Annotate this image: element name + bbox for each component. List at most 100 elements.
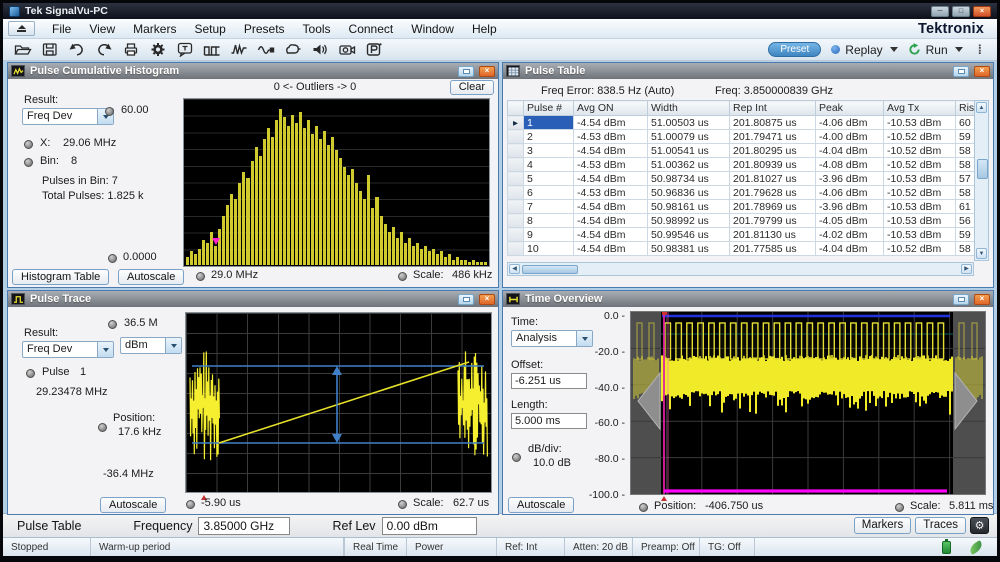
window-minimize-button[interactable]: ─ xyxy=(931,6,949,17)
open-folder-icon[interactable] xyxy=(9,40,36,60)
preset-button[interactable]: Preset xyxy=(768,42,821,57)
column-header-pulse-[interactable]: Pulse # xyxy=(524,101,574,116)
trace-result-dropdown[interactable]: Freq Dev xyxy=(22,341,114,358)
row-selector[interactable] xyxy=(508,172,524,186)
table-vertical-scrollbar[interactable]: ▲ ▼ xyxy=(974,100,989,261)
overview-scale-knob-icon[interactable] xyxy=(895,503,904,512)
scroll-down-icon[interactable]: ▼ xyxy=(976,248,987,259)
y-min-knob-icon[interactable] xyxy=(108,254,117,263)
run-control[interactable]: Run xyxy=(908,43,963,57)
x-start-knob-icon[interactable] xyxy=(196,272,205,281)
histogram-plot[interactable] xyxy=(183,98,490,267)
pulse-table[interactable]: Pulse #Avg ONWidthRep IntPeakAvg TxRise … xyxy=(507,100,975,256)
undo-icon[interactable] xyxy=(63,40,90,60)
scale-knob-icon[interactable] xyxy=(398,272,407,281)
histogram-close-button[interactable]: × xyxy=(479,66,495,77)
table-row[interactable]: 5-4.54 dBm50.98734 us201.81027 us-3.96 d… xyxy=(508,172,975,186)
pulse-waveform-display-icon[interactable] xyxy=(225,40,252,60)
pulse-trace-panel-titlebar[interactable]: Pulse Trace × xyxy=(8,291,498,307)
display-settings-gear-icon[interactable]: ⚙ xyxy=(970,517,989,534)
trace-autoscale-button[interactable]: Autoscale xyxy=(100,497,166,513)
time-overview-close-button[interactable]: × xyxy=(974,294,990,305)
time-overview-panel-titlebar[interactable]: Time Overview × xyxy=(503,291,993,307)
window-close-button[interactable]: × xyxy=(973,6,991,17)
bin-knob-icon[interactable] xyxy=(24,158,33,167)
menu-help[interactable]: Help xyxy=(463,20,506,38)
row-selector[interactable] xyxy=(508,228,524,242)
text-annotation-icon[interactable] xyxy=(171,40,198,60)
redo-icon[interactable] xyxy=(90,40,117,60)
audio-demod-icon[interactable] xyxy=(306,40,333,60)
frequency-input[interactable]: 3.85000 GHz xyxy=(198,517,290,535)
run-dropdown-icon[interactable] xyxy=(955,47,963,52)
trace-y-max-knob-icon[interactable] xyxy=(108,320,117,329)
dbdiv-knob-icon[interactable] xyxy=(512,453,521,462)
signal-generator-icon[interactable] xyxy=(279,40,306,60)
row-selector[interactable] xyxy=(508,214,524,228)
row-selector[interactable] xyxy=(508,242,524,256)
menu-setup[interactable]: Setup xyxy=(185,20,234,38)
table-row[interactable]: 4-4.53 dBm51.00362 us201.80939 us-4.08 d… xyxy=(508,158,975,172)
column-header-rep-int[interactable]: Rep Int xyxy=(730,101,816,116)
pulse-select-knob-icon[interactable] xyxy=(26,369,35,378)
histogram-autoscale-button[interactable]: Autoscale xyxy=(118,269,184,285)
pulse-table-maximize-button[interactable] xyxy=(953,66,969,77)
trace-units-dropdown[interactable]: dBm xyxy=(120,337,182,354)
result-dropdown[interactable]: Freq Dev xyxy=(22,108,114,125)
row-selector[interactable] xyxy=(508,144,524,158)
table-row[interactable]: 10-4.54 dBm50.98381 us201.77585 us-4.04 … xyxy=(508,242,975,256)
pulse-trace-close-button[interactable]: × xyxy=(479,294,495,305)
table-row[interactable]: 8-4.54 dBm50.98992 us201.79799 us-4.05 d… xyxy=(508,214,975,228)
row-selector[interactable] xyxy=(508,186,524,200)
table-row[interactable]: 7-4.54 dBm50.98161 us201.78969 us-3.96 d… xyxy=(508,200,975,214)
more-options-icon[interactable]: ⁞ xyxy=(973,45,987,54)
menu-presets[interactable]: Presets xyxy=(235,20,294,38)
print-icon[interactable] xyxy=(117,40,144,60)
menu-window[interactable]: Window xyxy=(402,20,463,38)
traces-button[interactable]: Traces xyxy=(915,517,966,534)
column-header-avg-on[interactable]: Avg ON xyxy=(574,101,648,116)
row-selector[interactable] xyxy=(508,158,524,172)
pulse-train-display-icon[interactable] xyxy=(198,40,225,60)
vertical-scroll-thumb[interactable] xyxy=(977,159,988,179)
x-knob-icon[interactable] xyxy=(24,140,33,149)
trace-x-start-knob-icon[interactable] xyxy=(186,500,195,509)
scroll-up-icon[interactable]: ▲ xyxy=(976,102,987,113)
pulse-table-panel-titlebar[interactable]: Pulse Table × xyxy=(503,63,993,79)
histogram-table-button[interactable]: Histogram Table xyxy=(12,269,109,285)
replay-control[interactable]: Replay xyxy=(831,43,897,57)
menu-connect[interactable]: Connect xyxy=(340,20,403,38)
pulse-table-close-button[interactable]: × xyxy=(974,66,990,77)
column-header-avg-tx[interactable]: Avg Tx xyxy=(884,101,956,116)
trace-position-knob-icon[interactable] xyxy=(98,423,107,432)
pulse-trace-plot[interactable] xyxy=(185,312,492,493)
window-maximize-button[interactable]: □ xyxy=(952,6,970,17)
horizontal-scroll-thumb[interactable] xyxy=(522,265,578,274)
row-selector[interactable] xyxy=(508,130,524,144)
table-row[interactable]: 9-4.54 dBm50.99546 us201.81130 us-4.02 d… xyxy=(508,228,975,242)
scroll-right-icon[interactable]: ▶ xyxy=(961,264,972,274)
clear-button[interactable]: Clear xyxy=(450,80,494,95)
trace-scale-knob-icon[interactable] xyxy=(398,500,407,509)
menu-view[interactable]: View xyxy=(80,20,124,38)
presets-p-icon[interactable] xyxy=(360,40,387,60)
column-header-rise[interactable]: Rise xyxy=(956,101,975,116)
overview-autoscale-button[interactable]: Autoscale xyxy=(508,497,574,513)
histogram-marker[interactable] xyxy=(212,238,220,245)
y-max-knob-icon[interactable] xyxy=(105,107,114,116)
row-selector[interactable]: ▶ xyxy=(508,116,524,130)
ref-lev-input[interactable]: 0.00 dBm xyxy=(382,517,477,535)
time-overview-plot[interactable] xyxy=(630,311,986,495)
menu-file[interactable]: File xyxy=(43,20,80,38)
table-horizontal-scrollbar[interactable]: ◀ ▶ xyxy=(507,262,974,276)
scroll-left-icon[interactable]: ◀ xyxy=(509,264,520,274)
menu-tools[interactable]: Tools xyxy=(294,20,340,38)
replay-dropdown-icon[interactable] xyxy=(890,47,898,52)
camera-capture-icon[interactable] xyxy=(333,40,360,60)
table-row[interactable]: 3-4.54 dBm51.00541 us201.80295 us-4.04 d… xyxy=(508,144,975,158)
table-row[interactable]: ▶1-4.54 dBm51.00503 us201.80875 us-4.06 … xyxy=(508,116,975,130)
time-overview-maximize-button[interactable] xyxy=(953,294,969,305)
markers-button[interactable]: Markers xyxy=(854,517,912,534)
histogram-maximize-button[interactable] xyxy=(458,66,474,77)
iq-vs-time-display-icon[interactable] xyxy=(252,40,279,60)
